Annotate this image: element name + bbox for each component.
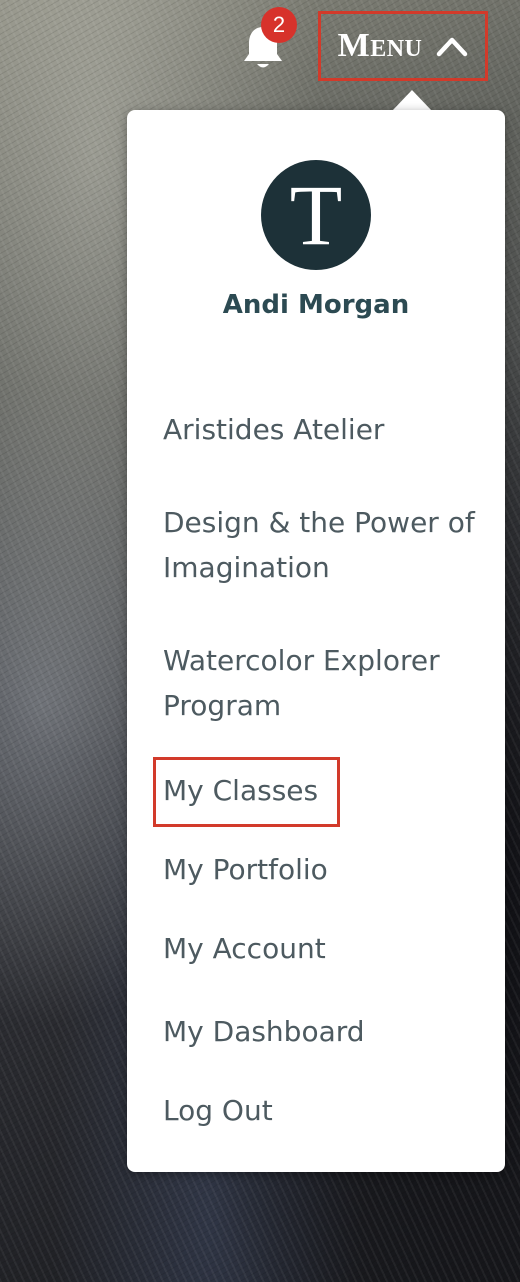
notifications-button[interactable]: 2 <box>238 7 297 70</box>
menu-item-my-portfolio[interactable]: My Portfolio <box>163 847 483 892</box>
menu-item-watercolor-explorer[interactable]: Watercolor Explorer Program <box>163 638 483 728</box>
menu-item-log-out[interactable]: Log Out <box>163 1088 483 1133</box>
menu-item-aristides-atelier[interactable]: Aristides Atelier <box>163 407 483 452</box>
notification-count-badge: 2 <box>261 7 297 43</box>
dropdown-caret <box>392 90 432 111</box>
user-name[interactable]: Andi Morgan <box>127 290 505 320</box>
menu-item-design-power-imagination[interactable]: Design & the Power of Imagination <box>163 500 483 590</box>
menu-toggle-button[interactable]: Menu <box>318 11 488 81</box>
chevron-up-icon <box>437 37 468 57</box>
user-menu-dropdown: T Andi Morgan Aristides Atelier Design &… <box>127 110 505 1172</box>
menu-item-my-dashboard[interactable]: My Dashboard <box>163 1009 483 1054</box>
avatar[interactable]: T <box>261 160 371 270</box>
menu-label: Menu <box>337 27 423 64</box>
menu-item-my-account[interactable]: My Account <box>163 926 483 971</box>
menu-item-my-classes[interactable]: My Classes <box>163 768 483 813</box>
